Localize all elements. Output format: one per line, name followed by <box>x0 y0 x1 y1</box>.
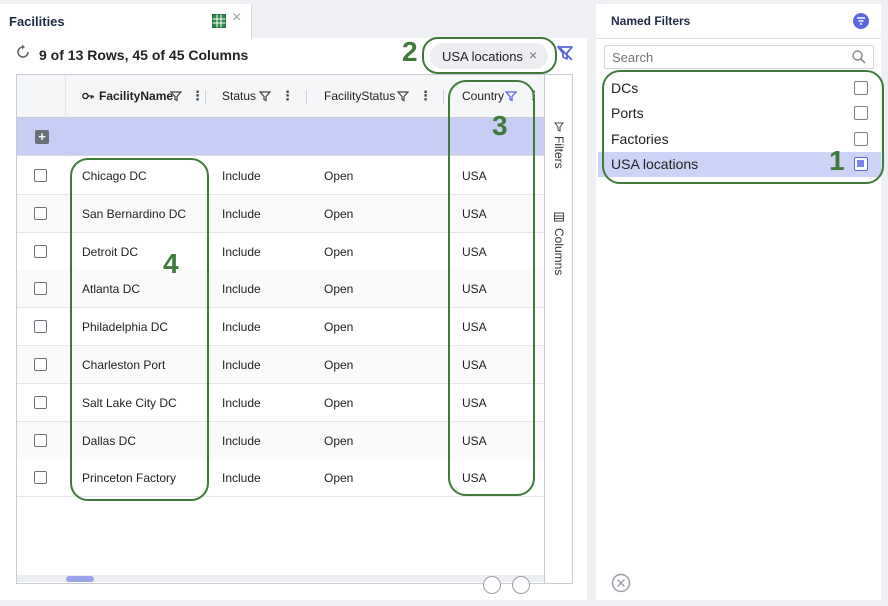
row-count-label: 9 of 13 Rows, 45 of 45 Columns <box>39 47 249 63</box>
clear-filter-icon[interactable] <box>556 44 574 62</box>
search-icon <box>852 50 866 64</box>
cell-status: Include <box>222 245 261 259</box>
annotation-number-4: 4 <box>163 248 179 279</box>
column-menu-icon[interactable]: ⋮ <box>281 88 294 104</box>
row-checkbox[interactable] <box>34 282 47 295</box>
cell-facility-status: Open <box>324 358 354 372</box>
cell-facility-status: Open <box>324 169 354 183</box>
filter-icon <box>554 122 564 132</box>
column-header-facilityname[interactable]: FacilityName <box>99 89 173 103</box>
column-menu-icon[interactable]: ⋮ <box>419 88 432 104</box>
annotation-box-2 <box>422 37 557 74</box>
cell-facility-status: Open <box>324 320 354 334</box>
row-checkbox[interactable] <box>34 320 47 333</box>
cell-facility-status: Open <box>324 396 354 410</box>
columns-icon <box>554 212 564 222</box>
sync-icon[interactable] <box>483 576 501 594</box>
row-checkbox[interactable] <box>34 169 47 182</box>
cell-facility-status: Open <box>324 245 354 259</box>
cell-status: Include <box>222 207 261 221</box>
row-checkbox[interactable] <box>34 207 47 220</box>
close-tab-icon[interactable]: × <box>232 9 241 27</box>
filter-icon[interactable] <box>259 90 271 102</box>
key-icon <box>82 92 94 100</box>
cell-status: Include <box>222 396 261 410</box>
filter-icon[interactable] <box>170 90 182 102</box>
cell-facility-status: Open <box>324 434 354 448</box>
annotation-number-1: 1 <box>829 145 845 176</box>
add-row-icon[interactable]: + <box>35 130 49 144</box>
picture-in-picture-icon[interactable] <box>512 576 530 594</box>
named-filters-title: Named Filters <box>611 14 691 28</box>
cell-status: Include <box>222 358 261 372</box>
filter-menu-icon[interactable] <box>853 13 869 29</box>
row-checkbox[interactable] <box>34 471 47 484</box>
cell-status: Include <box>222 320 261 334</box>
cell-status: Include <box>222 169 261 183</box>
filter-icon[interactable] <box>397 90 409 102</box>
row-checkbox[interactable] <box>34 245 47 258</box>
cell-facility-status: Open <box>324 207 354 221</box>
row-checkbox[interactable] <box>34 434 47 447</box>
refresh-icon[interactable] <box>15 44 31 60</box>
annotation-box-4 <box>70 158 209 501</box>
scrollbar-thumb[interactable] <box>66 576 94 582</box>
named-filters-search-input[interactable] <box>604 45 874 69</box>
row-checkbox[interactable] <box>34 358 47 371</box>
annotation-number-3: 3 <box>492 110 508 141</box>
column-header-status[interactable]: Status <box>222 89 256 103</box>
column-menu-icon[interactable]: ⋮ <box>191 88 204 104</box>
spreadsheet-icon <box>212 14 226 28</box>
clear-all-icon[interactable] <box>611 573 631 593</box>
cell-facility-status: Open <box>324 282 354 296</box>
column-header-facilitystatus[interactable]: FacilityStatus <box>324 89 395 103</box>
horizontal-scrollbar[interactable] <box>17 575 544 582</box>
annotation-box-3 <box>448 80 535 496</box>
side-tab-filters[interactable]: Filters <box>552 136 566 169</box>
tab-title: Facilities <box>9 14 65 29</box>
cell-status: Include <box>222 434 261 448</box>
cell-status: Include <box>222 471 261 485</box>
side-tab-columns[interactable]: Columns <box>552 228 566 275</box>
cell-facility-status: Open <box>324 471 354 485</box>
row-checkbox[interactable] <box>34 396 47 409</box>
cell-status: Include <box>222 282 261 296</box>
annotation-number-2: 2 <box>402 36 418 67</box>
